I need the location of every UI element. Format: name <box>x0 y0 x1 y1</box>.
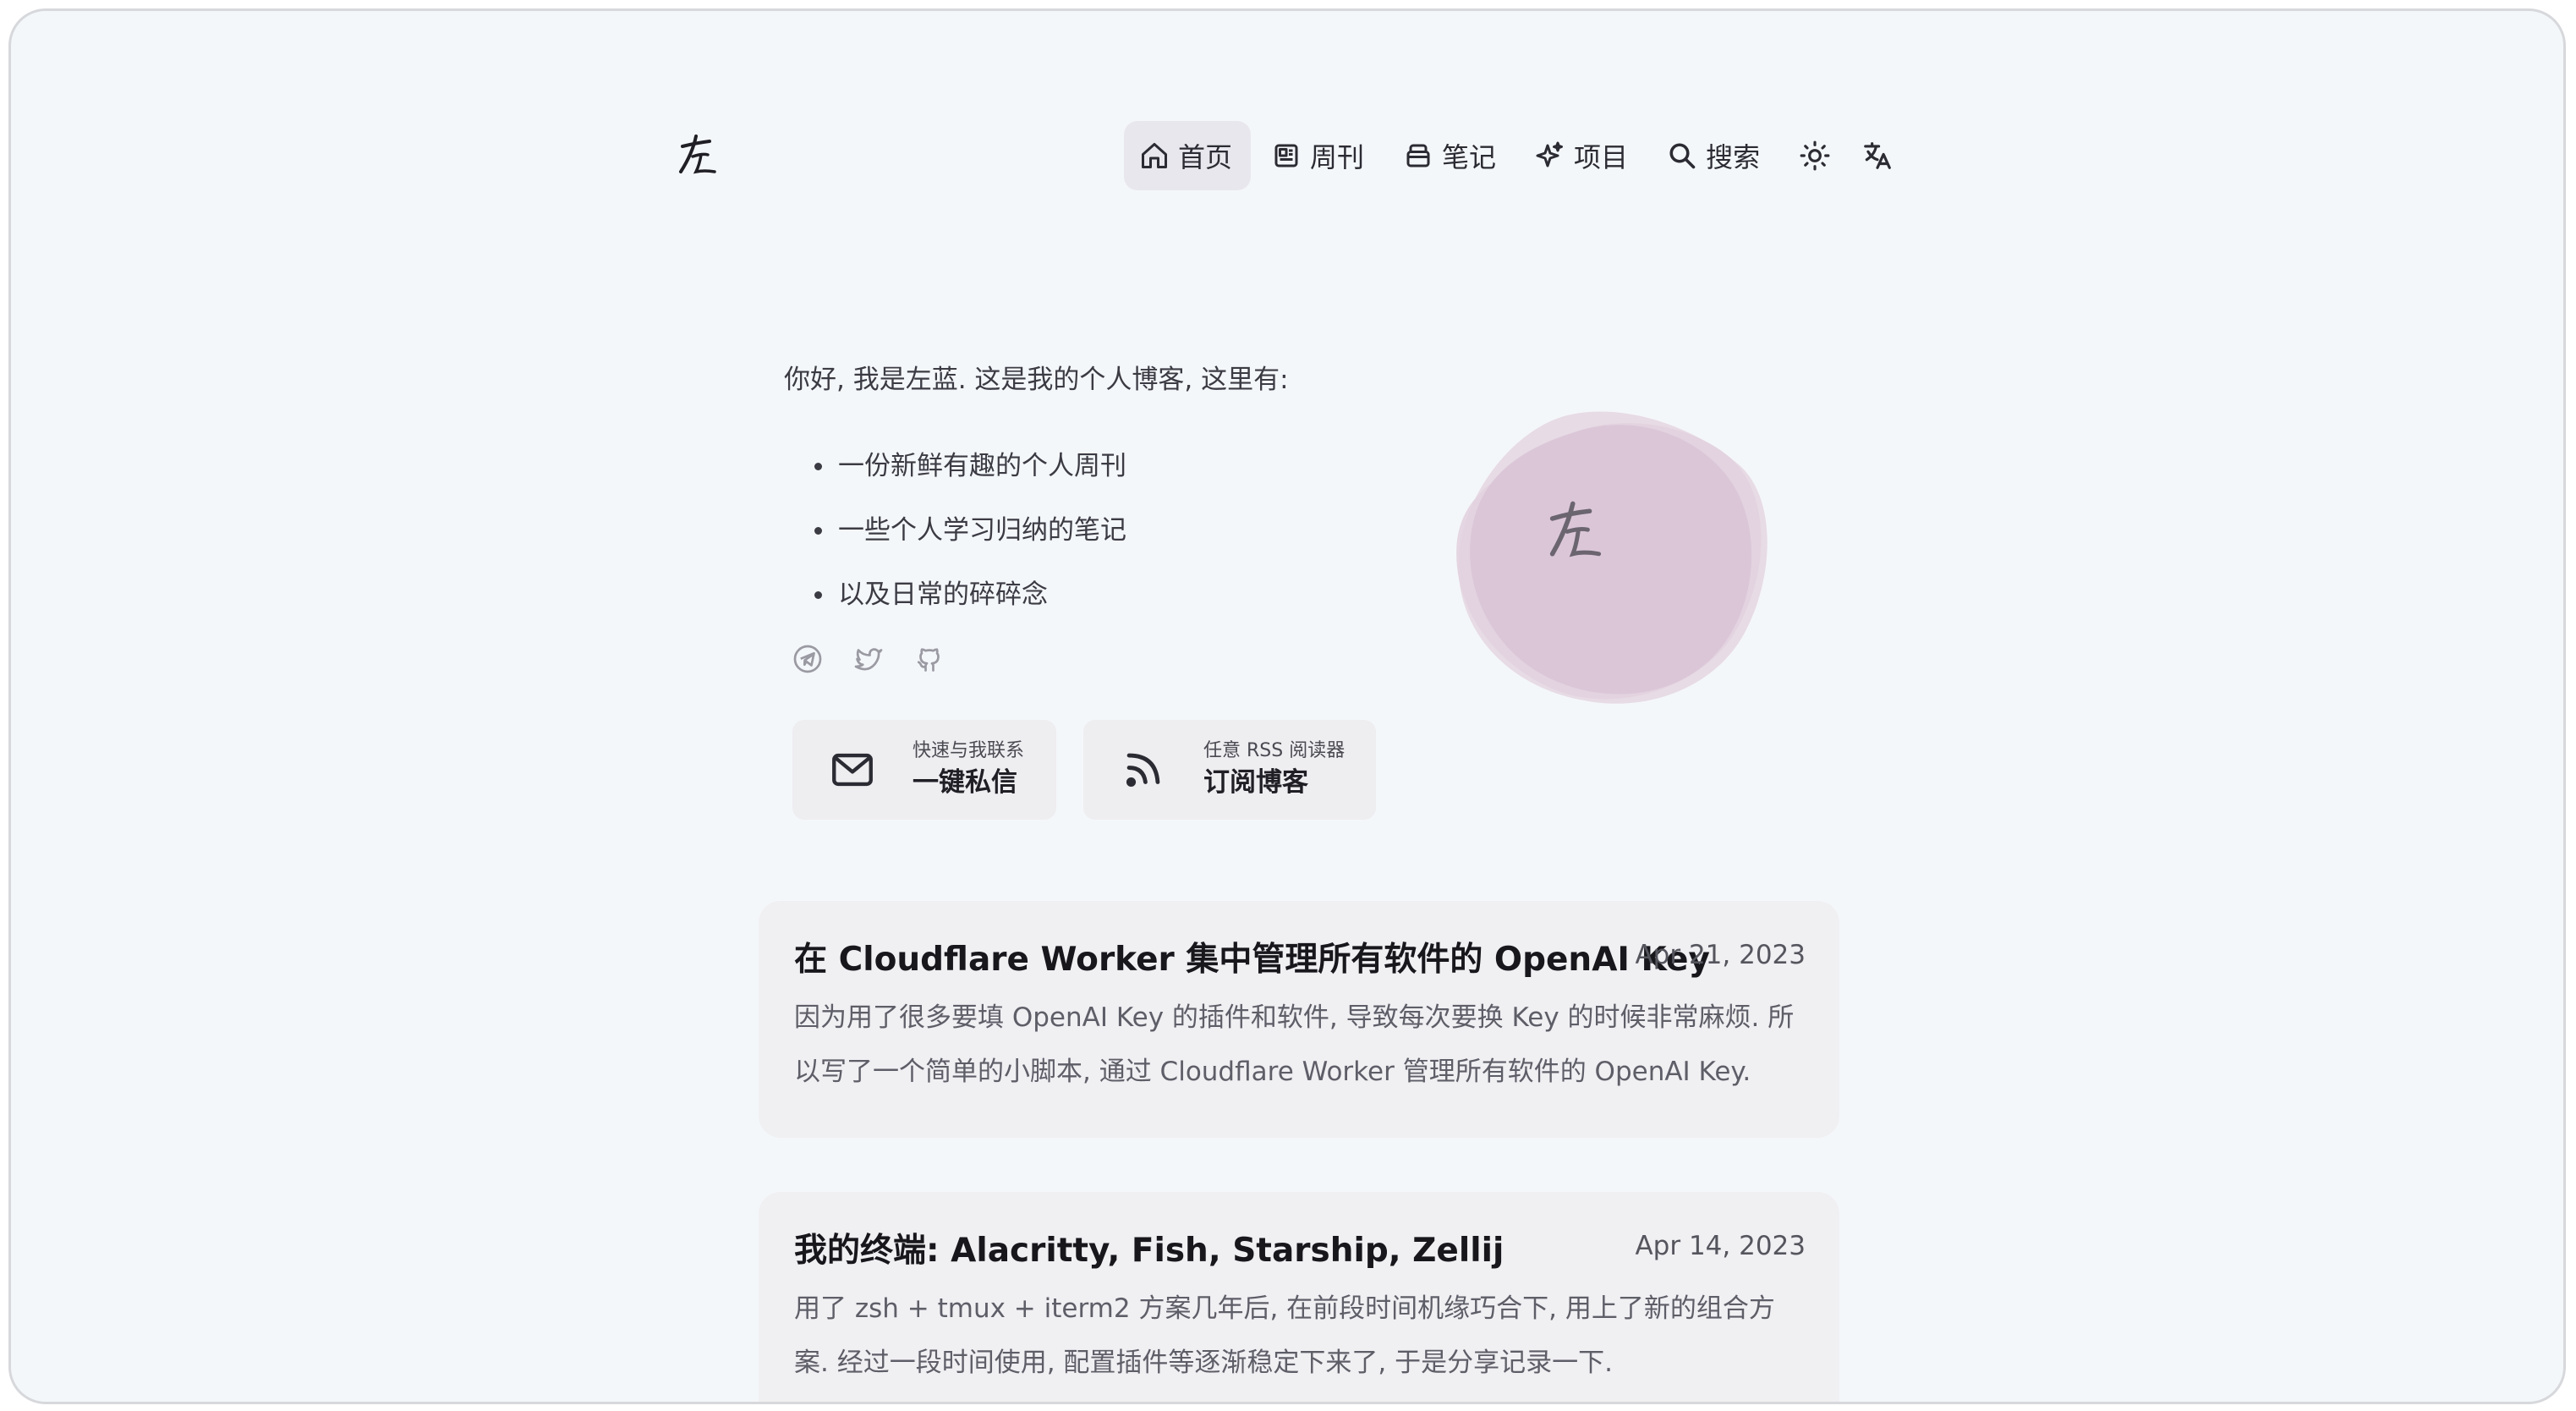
subscribe-subtitle: 任意 RSS 阅读器 <box>1203 740 1346 761</box>
post-date: Apr 21, 2023 <box>1635 940 1806 970</box>
nav-label: 搜索 <box>1706 141 1761 173</box>
contact-label: 一键私信 <box>913 767 1017 798</box>
telegram-icon <box>793 645 822 673</box>
post-title[interactable]: 我的终端: Alacritty, Fish, Starship, Zellij <box>794 1224 1504 1271</box>
subscribe-button-text: 任意 RSS 阅读器 订阅博客 <box>1203 738 1345 801</box>
sparkles-icon <box>1536 141 1564 167</box>
subscribe-button[interactable]: 任意 RSS 阅读器 订阅博客 <box>1083 720 1376 820</box>
contact-subtitle: 快速与我联系 <box>913 740 1025 761</box>
twitter-icon <box>854 648 883 671</box>
post-date: Apr 14, 2023 <box>1635 1231 1806 1261</box>
search-icon <box>1669 143 1696 169</box>
language-toggle-button[interactable] <box>1846 121 1909 190</box>
feature-list: 一份新鲜有趣的个人周刊 一些个人学习归纳的笔记 以及日常的碎碎念 <box>809 434 1126 627</box>
subscribe-label: 订阅博客 <box>1203 767 1308 798</box>
nav-item-notes[interactable]: 笔记 <box>1388 121 1515 190</box>
nav-label: 首页 <box>1178 141 1233 173</box>
sun-icon <box>1800 140 1830 171</box>
notebook-icon <box>1406 144 1430 167</box>
post-card[interactable]: 我的终端: Alacritty, Fish, Starship, Zellij … <box>759 1192 1839 1402</box>
nav-item-projects[interactable]: 项目 <box>1520 121 1647 190</box>
main-nav: 首页 周刊 笔记 项目 搜索 <box>1124 121 1909 190</box>
nav-item-home[interactable]: 首页 <box>1124 121 1252 190</box>
intro-text: 你好, 我是左蓝. 这是我的个人博客, 这里有: <box>784 365 1289 395</box>
nav-item-search[interactable]: 搜索 <box>1652 121 1779 190</box>
post-excerpt: 因为用了很多要填 OpenAI Key 的插件和软件, 导致每次要换 Key 的… <box>794 1002 1795 1087</box>
theme-toggle-button[interactable] <box>1784 121 1846 190</box>
post-excerpt: 用了 zsh + tmux + iterm2 方案几年后, 在前段时间机缘巧合下… <box>794 1293 1775 1378</box>
newspaper-icon <box>1274 144 1298 167</box>
list-item: 一份新鲜有趣的个人周刊 <box>809 434 1126 498</box>
post-card[interactable]: 在 Cloudflare Worker 集中管理所有软件的 OpenAI Key… <box>759 901 1839 1138</box>
twitter-link[interactable] <box>852 642 885 676</box>
nav-label: 项目 <box>1574 141 1629 173</box>
home-icon <box>1142 143 1167 168</box>
nav-item-weekly[interactable]: 周刊 <box>1256 121 1383 190</box>
post-title[interactable]: 在 Cloudflare Worker 集中管理所有软件的 OpenAI Key <box>794 933 1710 980</box>
contact-button-text: 快速与我联系 一键私信 <box>913 738 1024 801</box>
github-link[interactable] <box>913 642 946 676</box>
list-item: 一些个人学习归纳的笔记 <box>809 498 1126 563</box>
telegram-link[interactable] <box>791 642 825 676</box>
contact-button[interactable]: 快速与我联系 一键私信 <box>792 720 1056 820</box>
site-logo[interactable] <box>677 135 718 177</box>
browser-page: 首页 周刊 笔记 项目 搜索 你好, 我是左蓝. 这是我的个人博客, 这里有: … <box>8 8 2566 1404</box>
rss-icon <box>1126 753 1160 788</box>
translate-icon <box>1864 142 1891 169</box>
avatar <box>1456 411 1768 704</box>
social-links <box>791 642 973 676</box>
mail-icon <box>832 753 873 787</box>
github-icon <box>917 648 940 672</box>
nav-label: 周刊 <box>1310 141 1365 173</box>
list-item: 以及日常的碎碎念 <box>809 563 1126 627</box>
nav-label: 笔记 <box>1442 141 1497 173</box>
